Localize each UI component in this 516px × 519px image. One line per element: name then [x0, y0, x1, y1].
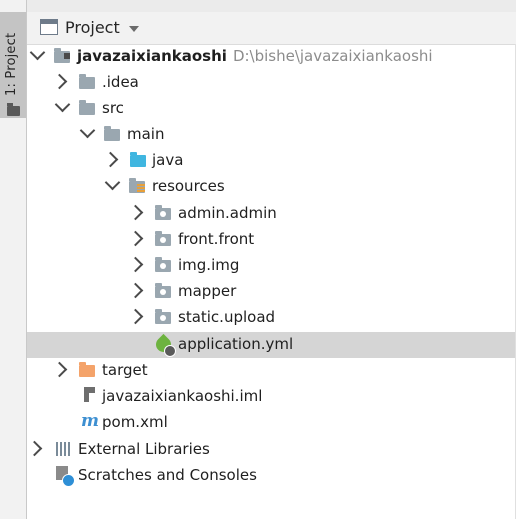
tree-item-java[interactable]: java [27, 148, 516, 174]
chevron-right-icon[interactable] [51, 361, 68, 378]
tree-item-application-yml[interactable]: application.yml [27, 332, 516, 358]
package-folder-icon [155, 283, 171, 298]
tree-item-label: External Libraries [78, 440, 210, 458]
tree-item-package[interactable]: front.front [27, 227, 516, 253]
tree-item-label: java [152, 151, 184, 169]
chevron-down-icon[interactable] [79, 122, 96, 139]
tree-item-label: mapper [178, 282, 237, 300]
tree-item-pom[interactable]: m pom.xml [27, 410, 516, 436]
project-name: javazaixiankaoshi [77, 47, 227, 65]
left-tool-window-bar: 1: Project [0, 0, 27, 519]
resources-folder-icon [129, 178, 145, 193]
tree-item-target[interactable]: target [27, 358, 516, 384]
project-panel-header: Project [27, 12, 516, 45]
clock-icon [62, 474, 75, 487]
editor-tab-strip [27, 0, 516, 12]
project-tool-tab[interactable]: 1: Project [0, 12, 26, 118]
chevron-down-icon[interactable] [54, 96, 71, 113]
tree-item-label: static.upload [178, 308, 276, 326]
project-path: D:\bishe\javazaixiankaoshi [232, 47, 433, 65]
libraries-icon [56, 442, 72, 456]
project-folder-icon [54, 48, 70, 63]
chevron-right-icon[interactable] [127, 230, 144, 247]
package-folder-icon [155, 309, 171, 324]
maven-icon: m [81, 411, 99, 431]
tree-item-label: admin.admin [178, 204, 277, 222]
chevron-down-icon[interactable] [104, 174, 121, 191]
chevron-right-icon[interactable] [51, 73, 68, 90]
chevron-right-icon[interactable] [127, 308, 144, 325]
tree-item-idea[interactable]: .idea [27, 70, 516, 96]
tree-item-package[interactable]: img.img [27, 253, 516, 279]
tree-item-src[interactable]: src [27, 96, 516, 122]
package-folder-icon [155, 205, 171, 220]
chevron-right-icon[interactable] [127, 256, 144, 273]
chevron-right-icon[interactable] [127, 204, 144, 221]
source-folder-icon [130, 152, 146, 167]
tree-item-main[interactable]: main [27, 122, 516, 148]
module-file-icon [84, 387, 95, 402]
tree-item-label: Scratches and Consoles [78, 466, 257, 484]
tree-item-root[interactable]: javazaixiankaoshi D:\bishe\javazaixiankao… [27, 44, 516, 70]
window-icon [40, 19, 58, 35]
excluded-folder-icon [79, 362, 95, 377]
tree-item-external-libraries[interactable]: External Libraries [26, 437, 516, 463]
view-selector-label[interactable]: Project [65, 18, 120, 37]
config-badge-icon [164, 345, 176, 357]
tree-item-resources[interactable]: resources [27, 174, 516, 200]
tree-item-label: pom.xml [102, 413, 168, 431]
folder-icon [7, 103, 20, 116]
tree-item-label: application.yml [178, 335, 294, 353]
folder-icon [104, 126, 120, 141]
folder-icon [79, 74, 95, 89]
package-folder-icon [155, 231, 171, 246]
chevron-right-icon[interactable] [127, 282, 144, 299]
tree-item-label: img.img [178, 256, 240, 274]
tree-item-package[interactable]: admin.admin [27, 201, 516, 227]
chevron-down-icon[interactable] [129, 26, 139, 32]
tree-item-package[interactable]: mapper [27, 279, 516, 305]
tree-item-scratches[interactable]: Scratches and Consoles [27, 463, 516, 489]
folder-icon [79, 100, 95, 115]
chevron-right-icon[interactable] [26, 440, 43, 457]
package-folder-icon [155, 257, 171, 272]
tree-item-label: front.front [178, 230, 255, 248]
tree-item-label: target [102, 361, 148, 379]
chevron-down-icon[interactable] [29, 44, 46, 61]
tree-item-iml[interactable]: javazaixiankaoshi.iml [27, 384, 516, 410]
tree-item-label: resources [152, 177, 225, 195]
chevron-right-icon[interactable] [102, 151, 119, 168]
tree-item-label: main [127, 125, 165, 143]
tree-item-label: .idea [102, 73, 139, 91]
tree-item-package[interactable]: static.upload [27, 305, 516, 331]
tree-item-label: javazaixiankaoshi.iml [102, 387, 263, 405]
tree-item-label: src [102, 99, 124, 117]
project-tool-tab-label: 1: Project [4, 32, 19, 96]
